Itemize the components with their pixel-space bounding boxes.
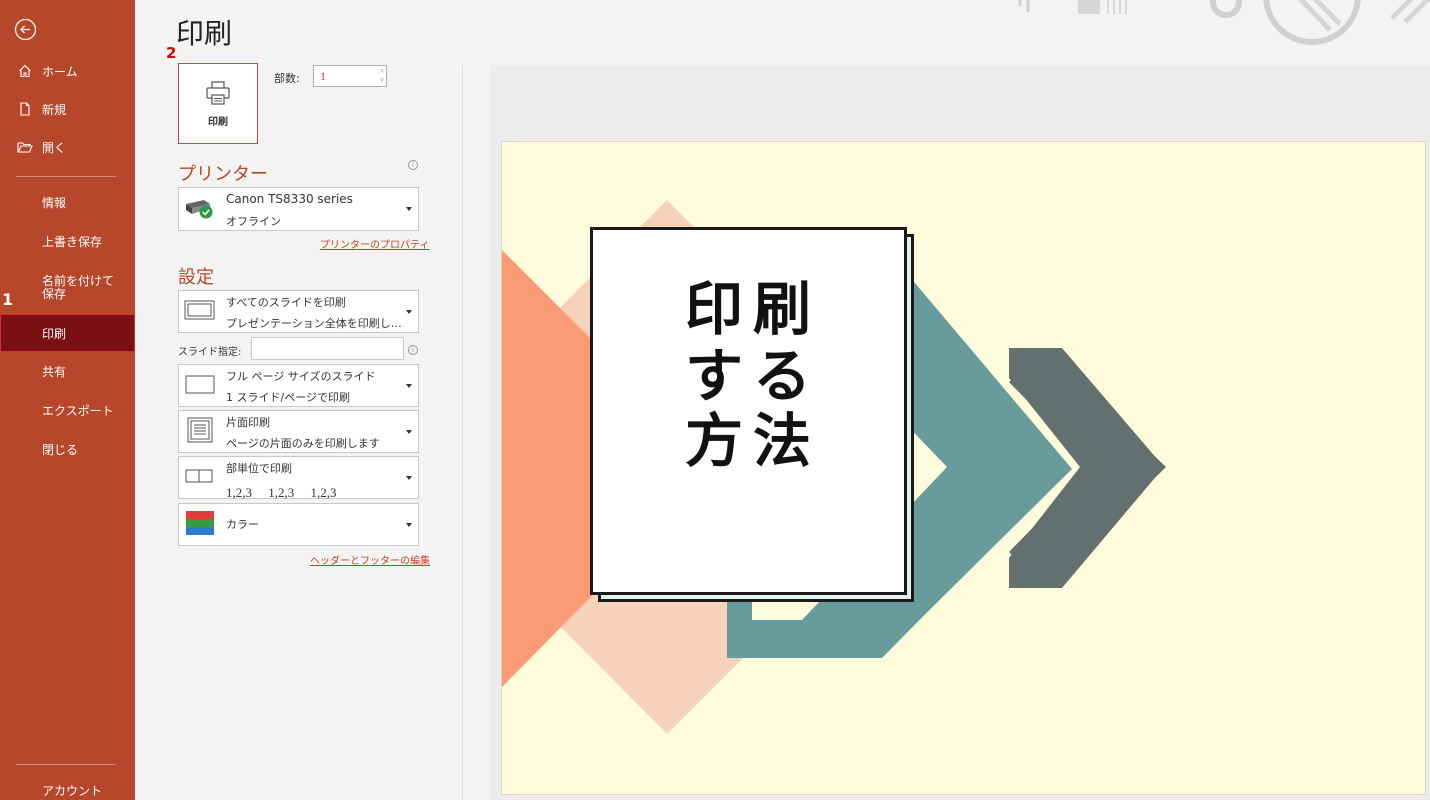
printer-properties-link[interactable]: プリンターのプロパティ — [320, 236, 429, 251]
slide-range-title: すべてのスライドを印刷 — [226, 296, 346, 309]
sidebar-item-label: 名前を付けて保存 — [42, 274, 115, 301]
slide-preview: 印 刷 す る 方 法 — [501, 141, 1426, 795]
collated-icon — [184, 466, 216, 490]
sidebar-item-label: 情報 — [42, 195, 67, 210]
slide-range-dropdown[interactable]: すべてのスライドを印刷 プレゼンテーション全体を印刷し… — [178, 290, 419, 333]
color-dropdown[interactable]: カラー — [178, 503, 419, 546]
sides-dropdown[interactable]: 片面印刷 ページの片面のみを印刷します — [178, 410, 419, 453]
back-button[interactable] — [14, 18, 37, 41]
printer-name: Canon TS8330 series — [226, 192, 353, 206]
info-icon[interactable]: i — [408, 345, 418, 355]
sidebar-item-account[interactable]: アカウント — [0, 772, 135, 800]
sidebar-item-home[interactable]: ホーム — [0, 52, 135, 90]
sidebar-item-print[interactable]: 印刷 — [0, 314, 135, 352]
slide-spec-input[interactable] — [251, 337, 404, 360]
sidebar-item-label: アカウント — [42, 783, 103, 798]
chevron-down-icon — [406, 309, 412, 314]
sidebar-item-label: 閉じる — [42, 442, 79, 457]
slide-title-char: 方 — [685, 407, 743, 475]
chevron-down-icon — [406, 522, 412, 527]
slide-artwork: 印 刷 す る 方 法 — [502, 200, 1166, 734]
chevron-down-icon — [406, 475, 412, 480]
collate-title: 部単位で印刷 — [226, 462, 292, 475]
print-backstage: ホーム 新規 開く 情報 上書き保存 名前を付けて保存 印刷 共有 エクスポート… — [0, 0, 1430, 800]
sidebar-item-label: 新規 — [42, 102, 67, 117]
printer-icon — [206, 81, 230, 105]
print-button-label: 印刷 — [208, 117, 228, 128]
open-folder-icon — [16, 138, 34, 156]
step-marker: 2 — [166, 44, 177, 62]
sidebar-divider — [16, 764, 116, 765]
step-marker: 1 — [2, 290, 14, 309]
sidebar-item-info[interactable]: 情報 — [0, 183, 135, 221]
new-document-icon — [16, 100, 34, 118]
back-arrow-icon — [14, 18, 37, 41]
collate-dropdown[interactable]: 部単位で印刷 1,2,3 1,2,3 1,2,3 — [178, 456, 419, 500]
copies-label: 部数: — [274, 72, 300, 85]
chevron-down-icon — [406, 207, 412, 211]
sidebar-item-label: 上書き保存 — [42, 234, 103, 249]
slide-title-char: 法 — [753, 407, 811, 475]
color-icon — [184, 509, 216, 541]
layout-dropdown[interactable]: フル ページ サイズのスライド 1 スライド/ページで印刷 — [178, 364, 419, 407]
sidebar-item-share[interactable]: 共有 — [0, 352, 135, 390]
slide-title-char: 印 — [685, 275, 743, 343]
sides-desc: ページの片面のみを印刷します — [226, 437, 380, 450]
all-slides-icon — [184, 298, 216, 326]
layout-desc: 1 スライド/ページで印刷 — [226, 391, 350, 404]
sidebar-item-save[interactable]: 上書き保存 — [0, 222, 135, 260]
slide-title-char: 刷 — [753, 275, 811, 343]
print-button[interactable]: 印刷 — [178, 63, 258, 144]
backstage-sidebar: ホーム 新規 開く 情報 上書き保存 名前を付けて保存 印刷 共有 エクスポート… — [0, 0, 135, 800]
slide-range-desc: プレゼンテーション全体を印刷し… — [226, 317, 402, 330]
sidebar-item-label: 共有 — [42, 364, 67, 379]
sidebar-item-label: ホーム — [42, 64, 78, 79]
panel-divider — [462, 65, 463, 800]
header-footer-link[interactable]: ヘッダーとフッターの編集 — [310, 552, 430, 567]
color-title: カラー — [226, 518, 259, 531]
sidebar-item-save-as[interactable]: 名前を付けて保存 — [0, 267, 125, 307]
settings-section-title: 設定 — [178, 267, 214, 288]
slide-title-char: る — [753, 342, 811, 410]
printer-ready-icon — [184, 194, 214, 224]
layout-title: フル ページ サイズのスライド — [226, 370, 376, 383]
printer-section-title: プリンター — [178, 164, 268, 185]
copies-stepper[interactable]: 1 ˄ ˅ — [313, 65, 387, 87]
printer-dropdown[interactable]: Canon TS8330 series オフライン — [178, 187, 419, 231]
sidebar-item-new[interactable]: 新規 — [0, 90, 135, 128]
sidebar-item-label: 印刷 — [42, 326, 67, 341]
chevron-down-icon — [406, 429, 412, 434]
home-icon — [16, 62, 34, 80]
slide-spec-label: スライド指定: — [178, 347, 242, 358]
sides-title: 片面印刷 — [226, 416, 270, 429]
sidebar-item-close[interactable]: 閉じる — [0, 430, 135, 468]
sidebar-item-open[interactable]: 開く — [0, 128, 135, 166]
header-decoration — [1018, 0, 1430, 45]
copies-value: 1 — [320, 69, 326, 83]
one-sided-print-icon — [184, 416, 216, 448]
info-icon[interactable]: i — [408, 160, 418, 170]
slide-title-char: す — [685, 342, 743, 410]
sidebar-item-label: エクスポート — [42, 403, 114, 418]
chevron-down-icon — [406, 383, 412, 388]
sidebar-item-export[interactable]: エクスポート — [0, 391, 135, 429]
full-page-slide-icon — [184, 372, 216, 400]
printer-status: オフライン — [226, 215, 281, 228]
page-title: 印刷 — [176, 17, 233, 50]
sidebar-item-label: 開く — [42, 140, 67, 155]
sidebar-divider — [16, 176, 116, 177]
spin-arrows-icon[interactable]: ˄ ˅ — [380, 67, 384, 85]
collate-desc: 1,2,3 1,2,3 1,2,3 — [226, 485, 337, 500]
